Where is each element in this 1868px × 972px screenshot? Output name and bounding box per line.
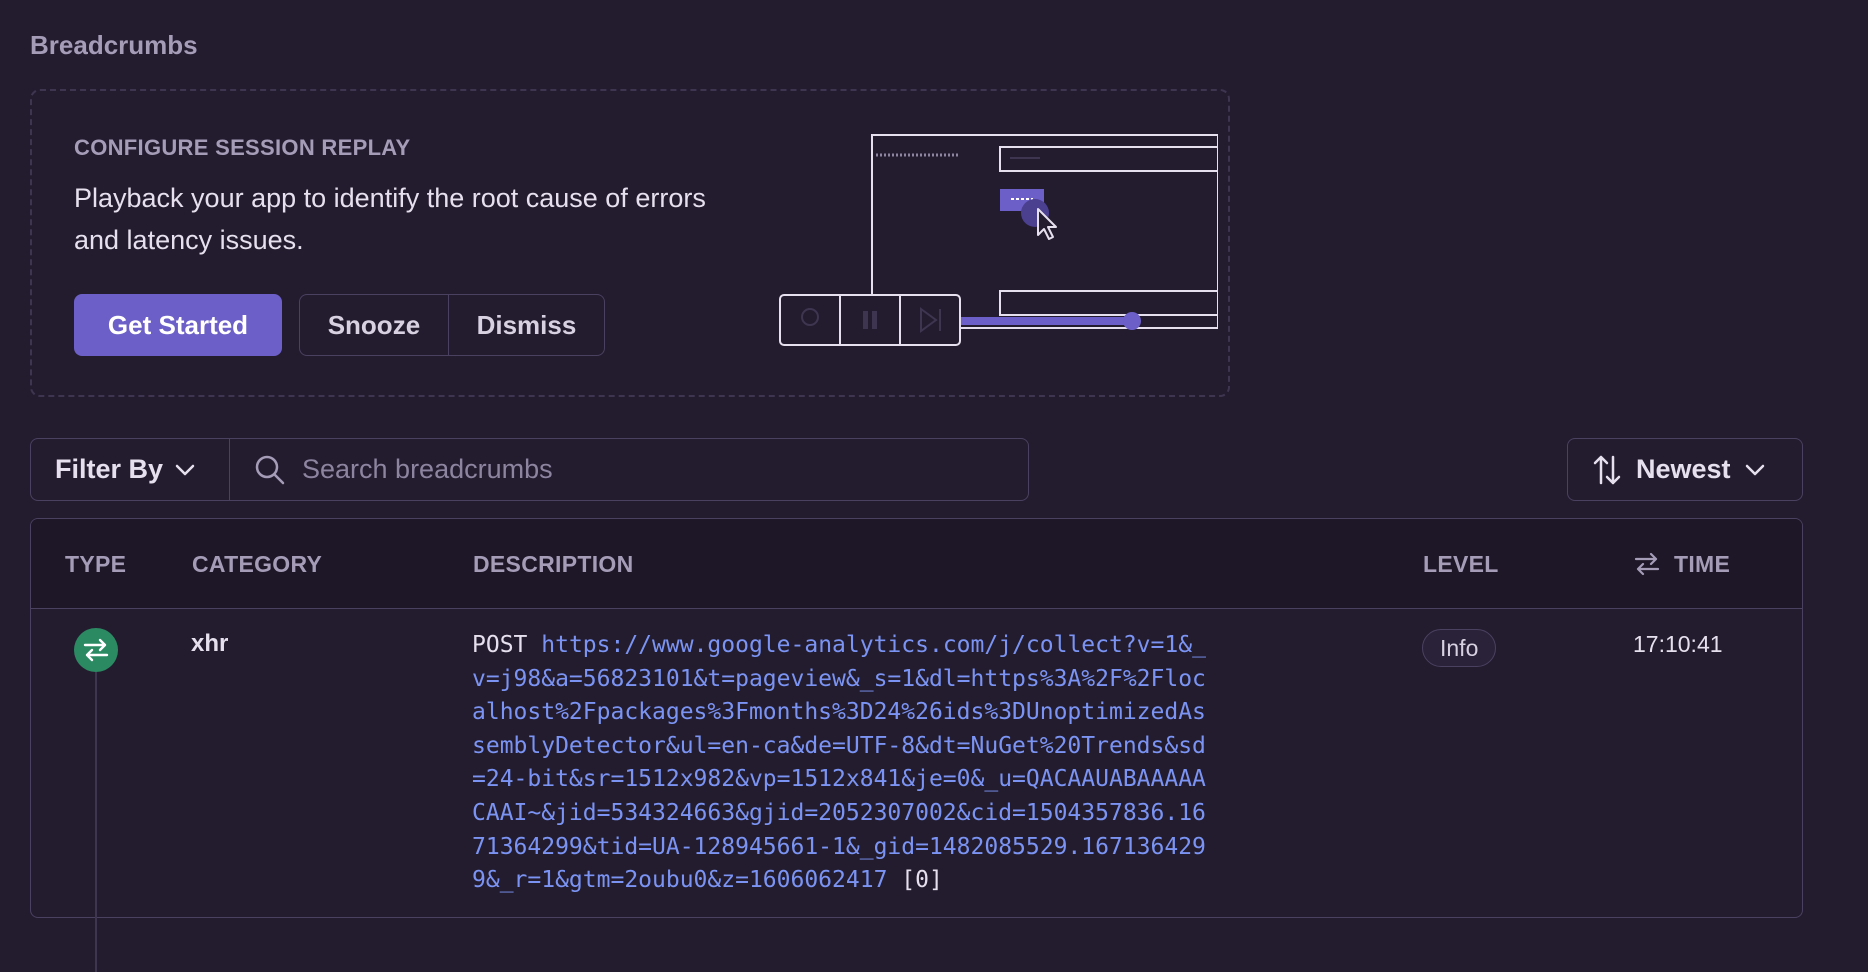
row-time: 17:10:41 (1633, 631, 1723, 657)
promo-eyebrow: CONFIGURE SESSION REPLAY (74, 135, 411, 160)
dismiss-button[interactable]: Dismiss (447, 295, 604, 355)
chevron-down-icon (175, 464, 195, 475)
promo-body: Playback your app to identify the root c… (74, 183, 706, 255)
filter-by-label: Filter By (55, 454, 164, 484)
row-method: POST (472, 632, 528, 658)
search-wrapper (230, 439, 1028, 500)
sort-dropdown[interactable]: Newest (1567, 438, 1803, 501)
table-row: xhr POST https://www.google-analytics.co… (30, 518, 1803, 972)
timeline-line (95, 672, 97, 972)
snooze-button[interactable]: Snooze (300, 295, 448, 355)
session-replay-promo: CONFIGURE SESSION REPLAY Playback your a… (30, 89, 1230, 397)
row-url-link[interactable]: https://www.google-analytics.com/j/colle… (472, 632, 1206, 893)
row-description: POST https://www.google-analytics.com/j/… (472, 629, 1212, 898)
arrows-exchange-icon (74, 628, 118, 672)
filter-by-dropdown[interactable]: Filter By (31, 439, 230, 500)
search-icon (255, 455, 285, 484)
row-status: [0] (901, 867, 943, 894)
row-category: xhr (191, 630, 229, 657)
chevron-down-icon (1745, 464, 1764, 475)
section-title: Breadcrumbs (30, 30, 198, 60)
get-started-button[interactable]: Get Started (74, 294, 282, 356)
search-input[interactable] (302, 454, 1028, 485)
sort-arrows-icon (1593, 455, 1621, 484)
promo-button-group: Snooze Dismiss (299, 294, 605, 356)
session-replay-illustration (779, 134, 1218, 346)
sort-label: Newest (1636, 454, 1731, 484)
filter-bar: Filter By (30, 438, 1029, 501)
level-badge: Info (1422, 629, 1497, 667)
